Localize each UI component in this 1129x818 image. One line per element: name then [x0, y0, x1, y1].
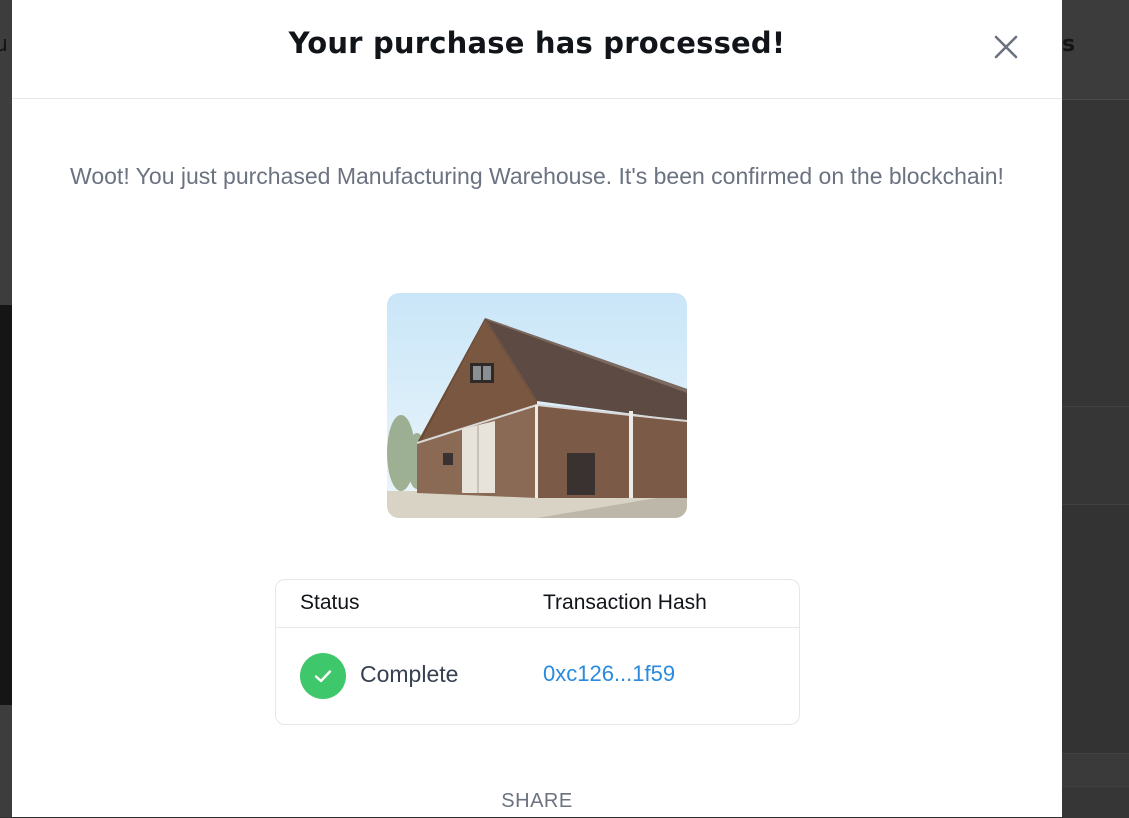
status-column-header: Status	[300, 591, 360, 614]
share-button[interactable]: SHARE	[437, 786, 637, 816]
warehouse-photo	[387, 293, 687, 518]
modal-title: Your purchase has processed!	[288, 26, 786, 60]
background-panel	[1062, 505, 1129, 754]
background-header-text: s	[1062, 32, 1076, 57]
transaction-table-header: Status Transaction Hash	[276, 580, 799, 628]
background-panel	[1062, 786, 1129, 818]
check-icon	[300, 653, 346, 699]
background-left-image	[0, 305, 12, 705]
property-image	[387, 293, 687, 518]
transaction-hash-link[interactable]: 0xc126...1f59	[543, 661, 675, 687]
close-button[interactable]	[991, 32, 1021, 62]
modal-header: Your purchase has processed!	[12, 0, 1062, 99]
hash-column-header: Transaction Hash	[543, 591, 707, 614]
close-icon	[994, 35, 1018, 59]
purchase-success-modal: Your purchase has processed! Woot! You j…	[12, 0, 1062, 817]
table-row: Complete 0xc126...1f59	[276, 628, 799, 724]
background-panel	[1062, 100, 1129, 407]
background-panel	[1062, 407, 1129, 505]
transaction-table: Status Transaction Hash Complete 0xc126.…	[275, 579, 800, 725]
status-value: Complete	[360, 661, 459, 687]
background-left-text: u	[0, 32, 8, 57]
confirmation-message: Woot! You just purchased Manufacturing W…	[70, 163, 1004, 189]
